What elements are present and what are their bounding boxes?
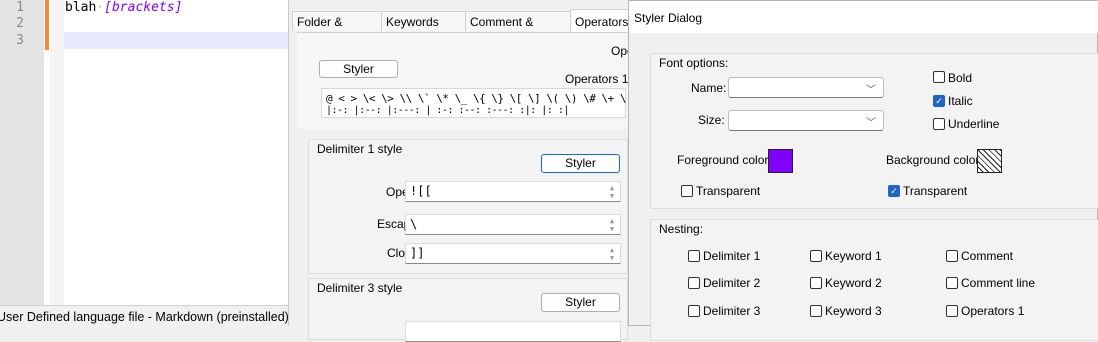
nesting-label: Nesting: (659, 222, 704, 236)
name-label: Name: (691, 81, 727, 95)
background-color-label: Background color: (886, 153, 983, 167)
bg-transparent-label: Transparent (903, 184, 968, 198)
open-value: ![[ (410, 184, 432, 198)
nesting-checkbox[interactable] (946, 305, 958, 317)
underline-checkbox[interactable] (933, 118, 945, 130)
nesting-option-label: Comment (961, 249, 1014, 263)
styler-button-delimiter1[interactable]: Styler (541, 154, 620, 173)
nesting-checkbox[interactable] (946, 277, 958, 289)
nesting-option-label: Keyword 3 (825, 304, 882, 318)
styler-button-delimiter3[interactable]: Styler (541, 293, 620, 312)
status-bar: User Defined language file - Markdown (p… (0, 305, 289, 327)
nesting-checkbox[interactable] (688, 305, 700, 317)
dialog-titlebar[interactable]: Styler Dialog (629, 1, 1098, 33)
nesting-checkbox[interactable] (688, 277, 700, 289)
delimiter1-group: Delimiter 1 style Styler Open: ![[▲ ▼ Esc… (308, 139, 628, 274)
line-number: 3 (16, 33, 24, 48)
fg-transparent-checkbox[interactable] (681, 185, 693, 197)
nesting-group: Nesting: Delimiter 1 Keyword 1 Comment Deli… (650, 219, 1098, 341)
nesting-checkbox[interactable] (810, 250, 822, 262)
nesting-option-label: Delimiter 3 (703, 304, 761, 318)
nesting-option-label: Keyword 2 (825, 276, 882, 290)
escape-value: \ (410, 217, 418, 231)
styler-button-operators[interactable]: Styler (319, 60, 398, 78)
dialog-title: Styler Dialog (634, 11, 703, 25)
nesting-checkbox[interactable] (810, 305, 822, 317)
close-field[interactable]: ]] ▲ ▼ (405, 243, 621, 264)
operators1-label: Operators 1 (565, 72, 629, 86)
font-options-group: Font options: Name: ﹀ Size: ﹀ Bold ✓ Ita… (650, 53, 1098, 209)
nesting-option-label: Operators 1 (961, 304, 1025, 318)
line-number: 2 (16, 16, 24, 31)
nesting-checkbox[interactable] (688, 250, 700, 262)
line-number-gutter: 1 2 3 (0, 0, 44, 305)
change-history-bar (45, 0, 49, 50)
udl-panel: Folder & Default Keywords Lists Comment … (288, 0, 706, 342)
tab-folder-default[interactable]: Folder & Default (292, 11, 382, 49)
close-value: ]] (410, 246, 425, 260)
italic-checkbox[interactable]: ✓ (933, 95, 945, 107)
font-name-combo[interactable]: ﹀ (728, 77, 884, 98)
background-color-swatch[interactable] (977, 149, 1002, 173)
styler-dialog: Styler Dialog Font options: Name: ﹀ Size… (628, 0, 1098, 341)
bold-label: Bold (948, 71, 973, 85)
nesting-option-label: Delimiter 2 (703, 276, 761, 290)
fold-margin[interactable] (50, 0, 64, 305)
code-word: blah (65, 0, 97, 15)
current-line-highlight (64, 32, 288, 49)
bg-transparent-checkbox[interactable]: ✓ (888, 185, 900, 197)
font-options-label: Font options: (659, 56, 729, 70)
scroll-arrows-icon[interactable]: ▲ ▼ (607, 217, 617, 233)
nesting-option-label: Delimiter 1 (703, 249, 761, 263)
nesting-option-label: Keyword 1 (825, 249, 882, 263)
bold-checkbox[interactable] (933, 71, 945, 83)
status-text: User Defined language file - Markdown (p… (0, 310, 289, 324)
tab-keywords-lists[interactable]: Keywords Lists (381, 11, 466, 49)
fg-transparent-label: Transparent (696, 184, 761, 198)
size-label: Size: (698, 113, 725, 127)
scroll-arrows-icon[interactable]: ▲ ▼ (607, 246, 617, 262)
nesting-option-label: Comment line (961, 276, 1036, 290)
font-size-combo[interactable]: ﹀ (728, 110, 884, 131)
tab-operators[interactable]: Operators (570, 9, 630, 33)
chevron-down-icon: ﹀ (866, 118, 876, 129)
line-number: 1 (16, 0, 24, 15)
chevron-down-icon: ﹀ (866, 85, 876, 96)
delimiter3-open-field[interactable] (405, 321, 621, 342)
scroll-arrows-icon[interactable]: ▲ ▼ (607, 184, 617, 200)
whitespace-dot: · (96, 0, 105, 15)
code-brackets: [brackets] (104, 0, 183, 15)
open-field[interactable]: ![[ ▲ ▼ (405, 181, 621, 202)
underline-label: Underline (948, 117, 1000, 131)
delimiter1-title: Delimiter 1 style (317, 142, 403, 156)
tab-comment-number[interactable]: Comment & Number (465, 11, 571, 49)
nesting-checkbox[interactable] (946, 250, 958, 262)
foreground-color-swatch[interactable] (768, 149, 793, 173)
operators1-field[interactable]: @ < > \< \> \\ \` \* \_ \{ \} \[ \] \( \… (321, 88, 706, 118)
delimiter3-group: Delimiter 3 style Styler (308, 278, 628, 342)
code-line-1[interactable]: blah·[brackets] (65, 0, 182, 15)
editor-pane[interactable]: 1 2 3 blah·[brackets] (0, 0, 288, 326)
italic-label: Italic (948, 94, 973, 108)
delimiter3-title: Delimiter 3 style (317, 281, 403, 295)
nesting-checkbox[interactable] (810, 277, 822, 289)
foreground-color-label: Foreground color: (677, 153, 772, 167)
operators-line-2: |:-: |:--: |:---: | :-: :--: :---: :|: |… (326, 105, 569, 116)
escape-field[interactable]: \ ▲ ▼ (405, 214, 621, 235)
